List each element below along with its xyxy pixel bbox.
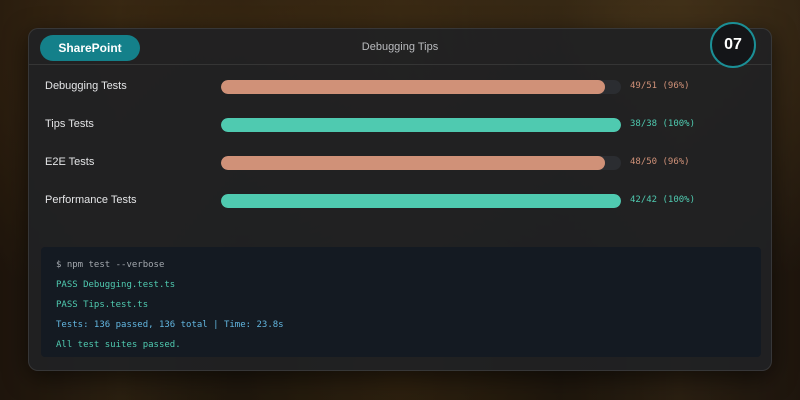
progress-bar-track xyxy=(221,80,621,94)
progress-bar-fill xyxy=(221,118,621,132)
test-report-card: SharePoint Debugging Tips 07 Debugging T… xyxy=(28,22,772,371)
test-name: Debugging Tests xyxy=(45,80,127,92)
terminal-summary-line: Tests: 136 passed, 136 total | Time: 23.… xyxy=(56,320,284,330)
test-row: Performance Tests 42/42 (100%) xyxy=(29,190,771,228)
progress-bar-track xyxy=(221,194,621,208)
progress-bar-fill xyxy=(221,194,621,208)
terminal-output: $ npm test --verbose PASS Debugging.test… xyxy=(41,247,761,357)
terminal-pass-line: PASS Debugging.test.ts xyxy=(56,280,176,290)
step-number-badge: 07 xyxy=(710,22,756,68)
terminal-pass-line: PASS Tips.test.ts xyxy=(56,300,149,310)
terminal-status-line: All test suites passed. xyxy=(56,340,181,350)
page-title: Debugging Tips xyxy=(361,41,439,53)
progress-bar-track xyxy=(221,156,621,170)
test-name: Tips Tests xyxy=(45,118,94,130)
test-name: E2E Tests xyxy=(45,156,95,168)
test-result-count: 49/51 (96%) xyxy=(630,81,690,91)
progress-bar-fill xyxy=(221,80,605,94)
test-result-count: 42/42 (100%) xyxy=(630,195,696,205)
test-row: E2E Tests 48/50 (96%) xyxy=(29,152,771,190)
test-name: Performance Tests xyxy=(45,194,137,206)
test-row: Debugging Tests 49/51 (96%) xyxy=(29,76,771,114)
terminal-command-line: $ npm test --verbose xyxy=(56,260,165,270)
progress-bar-fill xyxy=(221,156,605,170)
test-row: Tips Tests 38/38 (100%) xyxy=(29,114,771,152)
test-results-list: Debugging Tests 49/51 (96%) Tips Tests 3… xyxy=(29,76,771,228)
card-header: SharePoint Debugging Tips 07 xyxy=(29,22,771,68)
progress-bar-track xyxy=(221,118,621,132)
test-result-count: 48/50 (96%) xyxy=(630,157,690,167)
test-result-count: 38/38 (100%) xyxy=(630,119,696,129)
